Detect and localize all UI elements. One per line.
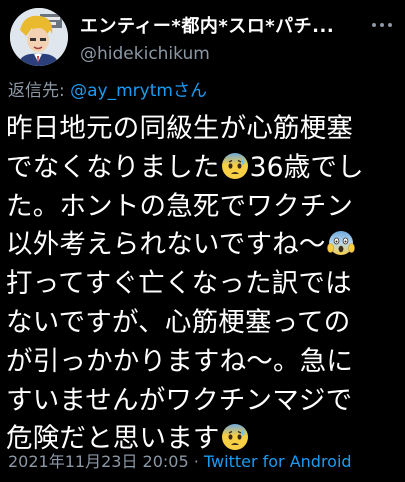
tweet-text: 昨日地元の同級生が心筋梗塞 でなくなりました 36歳でし た。ホントの急死でワク… (6, 110, 398, 459)
tweet-text-line: 打ってすぐ亡くなった訳では (6, 268, 352, 300)
more-icon[interactable] (372, 20, 394, 30)
reply-context: 返信先: @ay_mrytmさん (8, 76, 207, 101)
tweet-text-line: 昨日地元の同級生が心筋梗塞 (6, 113, 354, 144)
tweet-metadata: 2021年11月23日 20:05 · Twitter for Android (8, 448, 352, 472)
tweet-text-line: すいませんがワクチンマジで (6, 384, 353, 416)
user-handle[interactable]: @hidekichikum (80, 44, 360, 64)
author-names: エンティー*都内*スロ*パチ... @hidekichikum (80, 12, 360, 64)
avatar[interactable] (10, 8, 68, 66)
avatar-cartoon-icon (10, 8, 68, 66)
tweet-text-line: た。ホントの急死でワクチン (6, 190, 354, 222)
tweet-text-segment: 以外考えられないですね〜 (6, 229, 326, 261)
display-name[interactable]: エンティー*都内*スロ*パチ... (80, 12, 360, 38)
tweet-header: エンティー*都内*スロ*パチ... @hidekichikum (8, 8, 398, 66)
tweet-text-line: ないですが、心筋梗塞っての (6, 306, 351, 338)
tweet-text-segment: 36歳でし (249, 151, 364, 183)
meta-separator: · (188, 452, 204, 471)
reply-mention-link[interactable]: @ay_mrytmさん (70, 81, 207, 101)
tweet-text-line: でなくなりました 36歳でし (6, 149, 398, 188)
tweet-card: エンティー*都内*スロ*パチ... @hidekichikum 返信先: @ay… (0, 0, 405, 482)
reply-prefix: 返信先: (8, 81, 71, 101)
tweet-timestamp[interactable]: 2021年11月23日 20:05 (8, 452, 189, 471)
tweet-text-segment: でなくなりました (6, 151, 220, 183)
anxious-face-with-sweat-emoji-icon (221, 152, 248, 179)
tweet-text-line: 以外考えられないですね〜 (6, 226, 398, 265)
tweet-text-line: が引っかかりますね〜。急に (6, 345, 354, 377)
face-screaming-in-fear-emoji-icon (326, 231, 355, 256)
tweet-source-link[interactable]: Twitter for Android (204, 452, 352, 471)
